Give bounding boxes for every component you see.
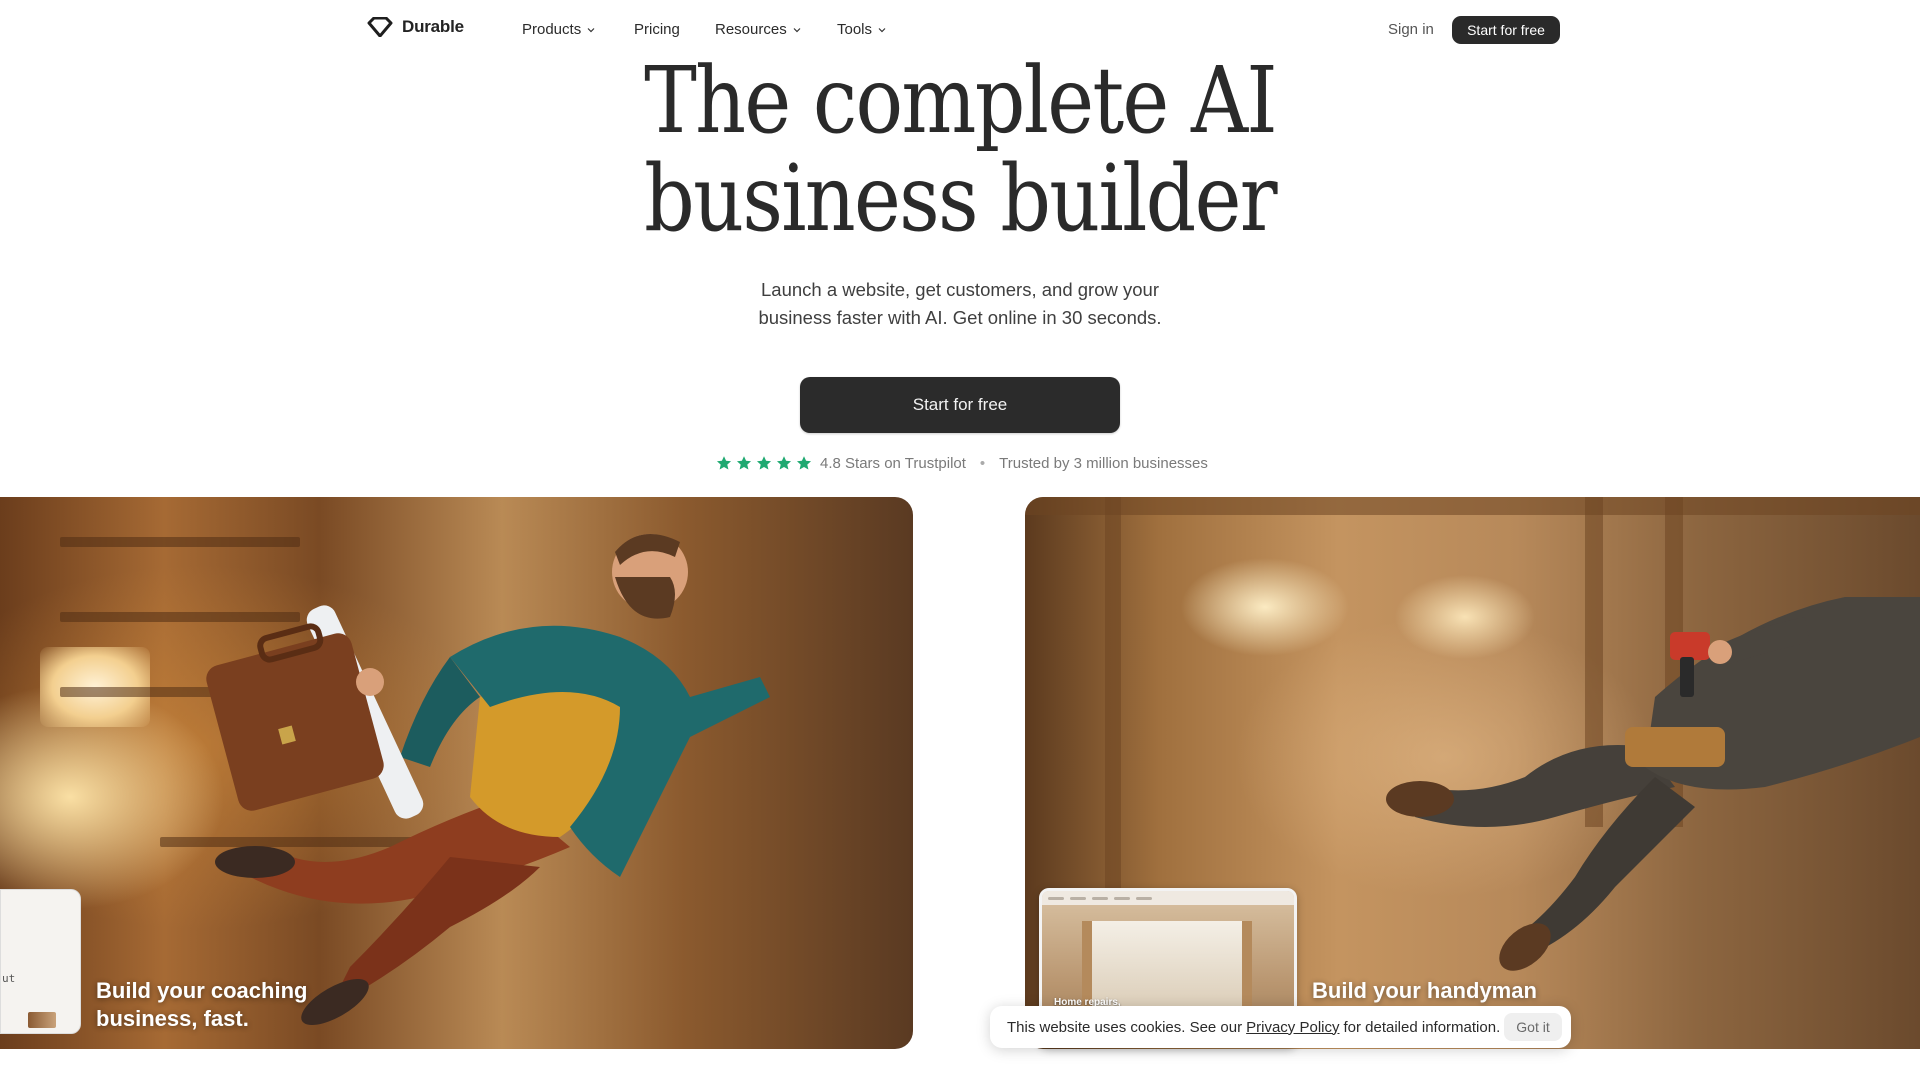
trusted-by-text: Trusted by 3 million businesses xyxy=(999,454,1208,472)
nav-products[interactable]: Products xyxy=(522,21,596,38)
chevron-down-icon xyxy=(878,27,886,32)
subheadline-line-2: business faster with AI. Get online in 3… xyxy=(758,307,1162,328)
nav-start-free-button[interactable]: Start for free xyxy=(1452,16,1560,44)
trustpilot-rating: 4.8 Stars on Trustpilot xyxy=(820,454,966,472)
coaching-caption-line-2: business, fast. xyxy=(96,1006,249,1031)
chevron-down-icon xyxy=(587,27,595,32)
trust-row: 4.8 Stars on Trustpilot • Trusted by 3 m… xyxy=(716,452,1208,474)
flying-businessman-illustration xyxy=(206,534,770,1026)
coaching-caption-line-1: Build your coaching xyxy=(96,978,308,1003)
star-icon xyxy=(776,456,792,470)
star-icon xyxy=(756,456,772,470)
cookie-accept-button[interactable]: Got it xyxy=(1504,1013,1562,1041)
handyman-caption-line-1: Build your handyman xyxy=(1312,978,1537,1003)
privacy-policy-link[interactable]: Privacy Policy xyxy=(1246,1019,1339,1036)
cookie-banner: This website uses cookies. See our Priva… xyxy=(990,1006,1571,1048)
sign-in-link[interactable]: Sign in xyxy=(1388,21,1434,38)
preview-image-thumbnail xyxy=(28,1012,56,1028)
nav-resources[interactable]: Resources xyxy=(715,21,802,38)
handyman-caption: Build your handyman xyxy=(1312,977,1537,1005)
cookie-text-end: for detailed information. xyxy=(1343,1018,1501,1036)
subheadline-line-1: Launch a website, get customers, and gro… xyxy=(761,279,1159,300)
ceiling-beam xyxy=(1025,497,1920,515)
nav-products-label: Products xyxy=(522,21,582,38)
chevron-down-icon xyxy=(793,27,801,32)
nav-tools[interactable]: Tools xyxy=(837,21,887,38)
flying-handyman-illustration xyxy=(1386,597,1920,971)
nav-pricing-label: Pricing xyxy=(634,21,680,38)
headline-line-2: business builder xyxy=(644,145,1277,252)
preview-snippet-text: ut xyxy=(2,972,16,985)
coaching-caption: Build your coaching business, fast. xyxy=(96,977,307,1033)
brand-name: Durable xyxy=(402,17,464,36)
headline-line-1: The complete AI xyxy=(644,47,1278,154)
hero-headline: The complete AI business builder xyxy=(616,52,1304,248)
durable-diamond-icon xyxy=(367,17,393,37)
rating-stars xyxy=(716,455,812,471)
star-icon xyxy=(736,456,752,470)
nav-tools-label: Tools xyxy=(837,21,873,38)
cookie-text: This website uses cookies. See our xyxy=(1007,1018,1243,1036)
brand-logo[interactable]: Durable xyxy=(367,17,464,37)
hero-subheadline: Launch a website, get customers, and gro… xyxy=(700,276,1220,332)
coaching-showcase-card[interactable]: Build your coaching business, fast. xyxy=(0,497,913,1049)
hero-start-free-button[interactable]: Start for free xyxy=(800,377,1120,433)
preview-nav-bar xyxy=(1042,891,1294,905)
nav-resources-label: Resources xyxy=(715,21,787,38)
star-icon xyxy=(796,456,812,470)
star-icon xyxy=(716,456,732,470)
nav-pricing[interactable]: Pricing xyxy=(634,21,680,38)
wall-stud xyxy=(1105,497,1121,917)
separator-dot: • xyxy=(979,454,986,472)
